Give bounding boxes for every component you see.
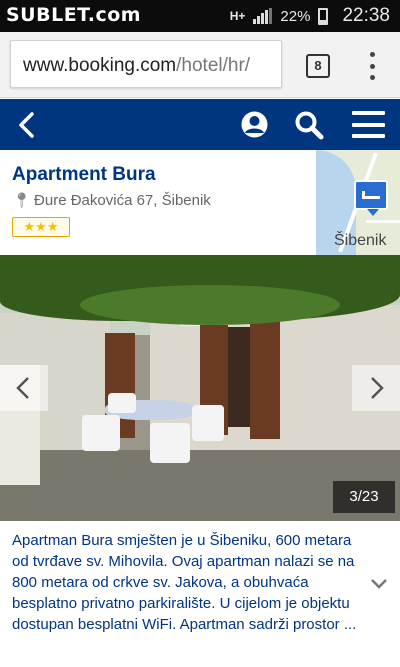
map-thumbnail[interactable]: Šibenik xyxy=(316,150,400,255)
hotel-address[interactable]: 📍︎ Đure Đakovića 67, Šibenik xyxy=(12,191,211,209)
address-bar[interactable]: www.booking.com/hotel/hr/ xyxy=(10,40,282,88)
hotel-address-text: Đure Đakovića 67, Šibenik xyxy=(34,192,211,209)
chevron-right-icon xyxy=(371,377,384,399)
hotel-name[interactable]: Apartment Bura xyxy=(12,164,156,186)
battery-icon xyxy=(318,7,329,25)
watermark-text: SUBLET.com xyxy=(6,4,142,26)
tab-switcher-button[interactable]: 8 xyxy=(306,54,330,78)
bed-icon xyxy=(362,191,380,199)
photo-gallery[interactable]: 3/23 xyxy=(0,255,400,521)
photo-chair xyxy=(150,423,190,463)
photo-shutter xyxy=(250,319,280,439)
status-icons: H+ 22% 22:38 xyxy=(230,0,390,32)
network-type: H+ xyxy=(229,9,246,23)
map-city-label: Šibenik xyxy=(334,232,387,249)
star-rating: ★★★ xyxy=(12,217,70,237)
url-domain: www.booking.com xyxy=(23,55,177,76)
chevron-left-icon xyxy=(16,377,29,399)
chevron-down-icon[interactable] xyxy=(370,578,388,590)
photo-chair xyxy=(108,393,136,413)
photo-vines xyxy=(80,285,340,325)
status-bar: SUBLET.com H+ 22% 22:38 xyxy=(0,0,400,32)
hotel-description[interactable]: Apartman Bura smješten je u Šibeniku, 60… xyxy=(12,530,360,635)
battery-percent: 22% xyxy=(280,7,311,25)
gallery-prev-button[interactable] xyxy=(0,365,48,411)
url-path: /hotel/hr/ xyxy=(176,55,251,76)
watermark-logo: SUBLET.com xyxy=(6,4,141,26)
chevron-left-icon[interactable] xyxy=(16,112,38,138)
user-circle-icon[interactable] xyxy=(240,110,269,139)
map-road xyxy=(366,220,400,223)
star-icons: ★★★ xyxy=(23,219,59,234)
content-cutoff xyxy=(0,655,400,667)
hamburger-icon[interactable] xyxy=(352,111,385,138)
photo-counter: 3/23 xyxy=(333,481,395,513)
status-time: 22:38 xyxy=(342,5,390,26)
photo-chair xyxy=(82,415,120,451)
browser-menu-icon[interactable] xyxy=(362,52,382,80)
map-pin-icon: 📍︎ xyxy=(12,192,32,209)
site-header xyxy=(0,99,400,150)
signal-icon xyxy=(253,8,273,24)
search-icon[interactable] xyxy=(294,110,324,140)
hotel-marker-icon xyxy=(354,180,388,216)
photo-chair xyxy=(192,405,224,441)
browser-toolbar: www.booking.com/hotel/hr/ 8 xyxy=(0,32,400,98)
hotel-header: Apartment Bura 📍︎ Đure Đakovića 67, Šiben… xyxy=(0,150,400,255)
gallery-next-button[interactable] xyxy=(352,365,400,411)
photo-door-opening xyxy=(228,327,250,427)
